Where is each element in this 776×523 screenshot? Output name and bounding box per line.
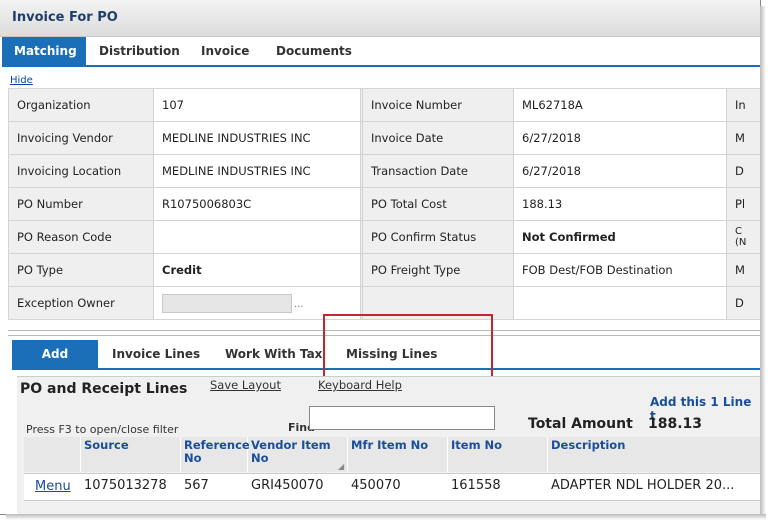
window-shadow: [760, 6, 766, 516]
po-number-value: R1075006803C: [153, 187, 361, 221]
column-item-no: Item No: [451, 438, 503, 452]
exception-owner-label: Exception Owner: [8, 286, 154, 320]
window-shadow: [6, 514, 766, 520]
highlight-box: [323, 314, 493, 378]
cut-label: M: [726, 121, 760, 155]
tab-distribution[interactable]: Distribution: [87, 37, 192, 65]
po-type-value: Credit: [153, 253, 361, 287]
cell-vendor-item: GRI450070: [251, 478, 324, 493]
window-title: Invoice For PO: [12, 10, 118, 25]
tab-documents[interactable]: Documents: [264, 37, 364, 65]
cut-label: D: [726, 286, 760, 320]
po-number-label: PO Number: [8, 187, 154, 221]
po-confirm-status-value: Not Confirmed: [513, 220, 727, 254]
title-bar: Invoice For PO: [0, 0, 760, 37]
transaction-date-label: Transaction Date: [362, 154, 514, 188]
cut-label: D: [726, 154, 760, 188]
invoice-number-value: ML62718A: [513, 88, 727, 122]
column-reference-no: Reference No: [184, 438, 250, 465]
total-amount-value: 188.13: [648, 416, 703, 432]
save-layout-link[interactable]: Save Layout: [210, 378, 281, 392]
invoice-date-label: Invoice Date: [362, 121, 514, 155]
top-tab-bar: Matching Distribution Invoice Documents: [2, 37, 760, 67]
invoice-number-label: Invoice Number: [362, 88, 514, 122]
organization-label: Organization: [8, 88, 154, 122]
po-freight-type-value: FOB Dest/FOB Destination: [513, 253, 727, 287]
po-total-cost-value: 188.13: [513, 187, 727, 221]
cell-mfr-item: 450070: [351, 478, 401, 493]
cell-reference: 567: [184, 478, 209, 493]
tab-invoice[interactable]: Invoice: [189, 37, 261, 65]
tab-matching[interactable]: Matching: [2, 37, 86, 65]
invoicing-vendor-label: Invoicing Vendor: [8, 121, 154, 155]
empty-value-cell: [513, 286, 727, 320]
po-reason-code-label: PO Reason Code: [8, 220, 154, 254]
invoice-date-value: 6/27/2018: [513, 121, 727, 155]
row-menu-link[interactable]: Menu: [35, 479, 71, 494]
resize-handle-icon[interactable]: ◢: [338, 462, 344, 471]
find-input[interactable]: [309, 406, 495, 430]
column-source: Source: [84, 438, 129, 452]
transaction-date-value: 6/27/2018: [513, 154, 727, 188]
po-freight-type-label: PO Freight Type: [362, 253, 514, 287]
invoicing-location-value: MEDLINE INDUSTRIES INC: [153, 154, 361, 188]
cut-label: M: [726, 253, 760, 287]
filter-hint: Press F3 to open/close filter: [26, 423, 179, 436]
po-type-label: PO Type: [8, 253, 154, 287]
total-amount-label: Total Amount: [528, 416, 633, 432]
invoicing-vendor-value: MEDLINE INDUSTRIES INC: [153, 121, 361, 155]
invoice-header-table: Organization 107 Invoice Number ML62718A…: [8, 88, 760, 320]
cell-source: 1075013278: [84, 478, 167, 493]
keyboard-help-link[interactable]: Keyboard Help: [318, 378, 402, 392]
po-total-cost-label: PO Total Cost: [362, 187, 514, 221]
column-description: Description: [551, 438, 626, 452]
exception-owner-input[interactable]: [162, 293, 292, 313]
cut-label: In: [726, 88, 760, 122]
tab-invoice-lines[interactable]: Invoice Lines: [101, 340, 211, 368]
grid-header-menu: [24, 437, 81, 472]
cell-item-no: 161558: [451, 478, 501, 493]
organization-value: 107: [153, 88, 361, 122]
cut-label: C (N: [726, 220, 760, 254]
tab-add-lines[interactable]: Add Lines: [12, 340, 98, 389]
po-confirm-status-label: PO Confirm Status: [362, 220, 514, 254]
cell-description: ADAPTER NDL HOLDER 20...: [551, 478, 735, 493]
cut-label: Pl: [726, 187, 760, 221]
column-vendor-item-no: Vendor Item No: [251, 438, 331, 465]
ellipsis-lookup-icon[interactable]: ...: [294, 299, 304, 310]
hide-link[interactable]: Hide: [10, 75, 33, 86]
po-reason-code-value: [153, 220, 361, 254]
column-mfr-item-no: Mfr Item No: [351, 438, 429, 452]
tab-work-with-tax[interactable]: Work With Tax: [214, 340, 333, 368]
invoicing-location-label: Invoicing Location: [8, 154, 154, 188]
panel-title: PO and Receipt Lines: [20, 381, 188, 397]
invoice-window: Invoice For PO Matching Distribution Inv…: [0, 0, 761, 515]
